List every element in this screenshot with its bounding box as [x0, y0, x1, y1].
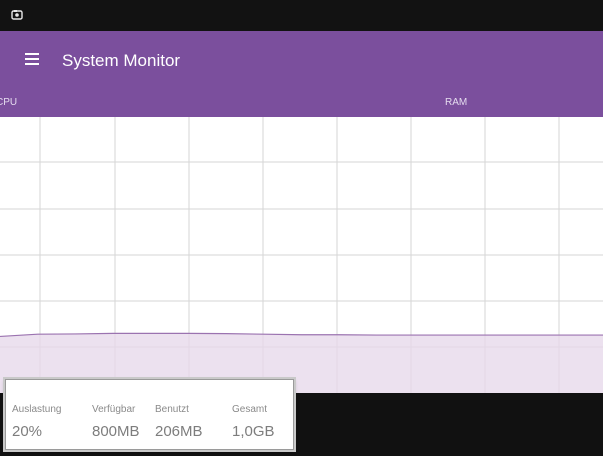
usage-point	[263, 334, 264, 335]
tab-ram-label: RAM	[445, 97, 468, 108]
usage-point	[301, 334, 302, 335]
usage-point	[339, 334, 340, 335]
usage-chart	[0, 117, 603, 393]
usage-point	[150, 333, 151, 334]
load-value: 20%	[12, 423, 43, 440]
usage-point	[226, 333, 227, 334]
stats-panel: Auslastung 20% Verfügbar 800MB Benutzt 2…	[5, 379, 294, 450]
usage-point	[565, 334, 566, 335]
usage-point	[489, 334, 490, 335]
total-memory-label: Gesamt	[232, 404, 268, 415]
usage-point	[37, 334, 38, 335]
used-memory-value: 206MB	[155, 423, 203, 440]
usage-point	[527, 334, 528, 335]
usage-point	[452, 334, 453, 335]
status-bar	[0, 0, 603, 31]
free-memory-label: Verfügbar	[92, 404, 136, 415]
menu-icon[interactable]	[25, 53, 41, 67]
usage-point	[112, 333, 113, 334]
usage-point	[376, 334, 377, 335]
total-memory-value: 1,0GB	[232, 423, 275, 440]
free-memory-value: 800MB	[92, 423, 140, 440]
tab-bar: CPU RAM	[0, 91, 603, 117]
system-monitor-app: System Monitor CPU RAM Auslastung 20% Ve…	[0, 0, 603, 456]
usage-point	[414, 334, 415, 335]
usage-chart-svg	[0, 117, 603, 393]
tab-cpu-label: CPU	[0, 97, 18, 108]
load-label: Auslastung	[12, 404, 62, 415]
tab-cpu[interactable]: CPU	[0, 91, 301, 117]
usage-point	[188, 333, 189, 334]
usage-point	[75, 333, 76, 334]
tab-ram[interactable]: RAM	[301, 91, 603, 117]
app-title: System Monitor	[62, 51, 181, 70]
app-toolbar: System Monitor	[0, 31, 603, 91]
notification-icon	[11, 10, 23, 20]
used-memory-label: Benutzt	[155, 404, 189, 415]
